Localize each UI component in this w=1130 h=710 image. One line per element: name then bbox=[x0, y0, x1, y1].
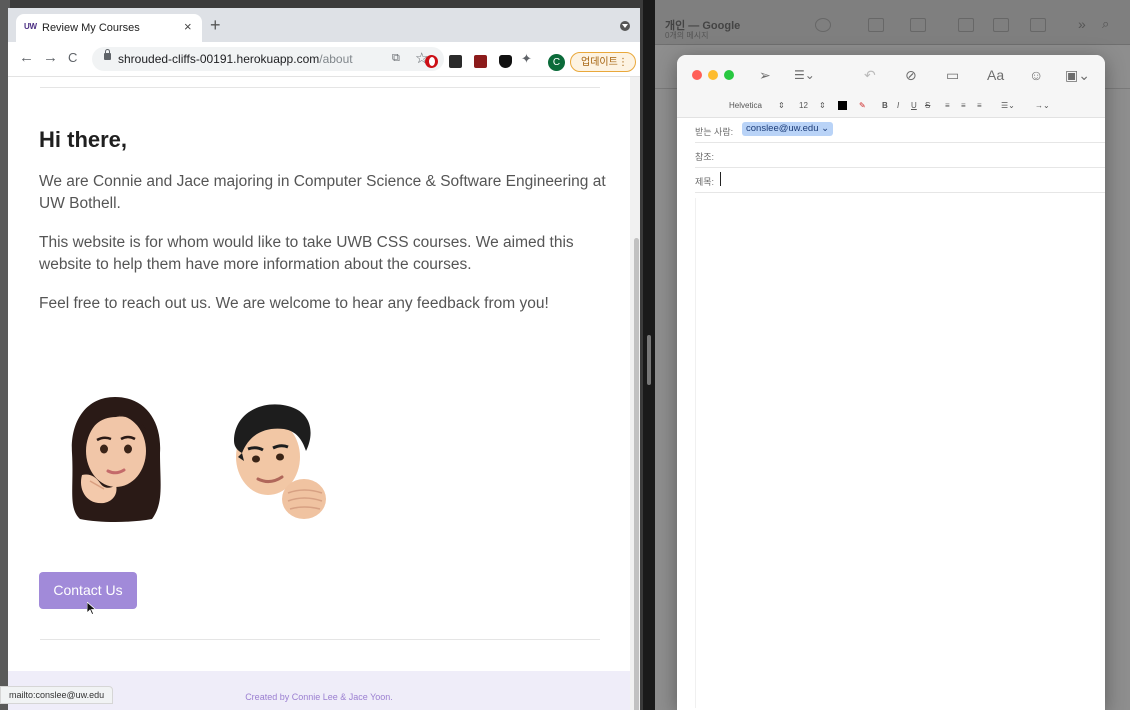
page-scrollbar-thumb[interactable] bbox=[634, 238, 639, 710]
archive-icon bbox=[958, 18, 974, 32]
more-dots-icon: ⋮ bbox=[618, 57, 628, 68]
emoji-icon[interactable]: ☺ bbox=[1029, 67, 1043, 83]
strikethrough-button[interactable]: S bbox=[925, 101, 930, 110]
compose-toolbar: ➢ ☰⌄ ↶ ⊘ ▭ Aa ☺ ▣⌄ bbox=[677, 55, 1105, 95]
extension-a-icon[interactable] bbox=[449, 55, 462, 68]
highlight-icon[interactable]: ✎ bbox=[859, 101, 866, 110]
italic-button[interactable]: I bbox=[897, 101, 899, 110]
send-icon[interactable]: ➢ bbox=[759, 67, 771, 84]
web-page-content: Hi there, We are Connie and Jace majorin… bbox=[8, 77, 630, 710]
tab-close-icon[interactable]: × bbox=[184, 19, 192, 34]
link-status-bubble: mailto:conslee@uw.edu bbox=[0, 686, 114, 704]
header-fields-icon[interactable]: ☰⌄ bbox=[794, 68, 815, 82]
lock-icon bbox=[104, 49, 111, 60]
message-body-editor[interactable] bbox=[695, 198, 1094, 708]
reply-icon: ↶ bbox=[864, 67, 876, 83]
background-mail-toolbar: 개인 — Google 0개의 메시지 » ⌕ bbox=[655, 0, 1130, 45]
align-right-icon[interactable]: ≡ bbox=[977, 101, 982, 110]
font-family-stepper-icon[interactable]: ⇕ bbox=[778, 101, 785, 110]
translate-icon[interactable]: ⧉ bbox=[392, 52, 400, 65]
opera-extension-icon[interactable] bbox=[425, 55, 438, 68]
cc-field-row[interactable]: 참조: bbox=[695, 143, 1105, 168]
close-window-button[interactable] bbox=[692, 70, 702, 80]
tab-review-my-courses[interactable]: UW Review My Courses × bbox=[16, 14, 202, 42]
bold-button[interactable]: B bbox=[882, 101, 888, 110]
junk-icon bbox=[1030, 18, 1046, 32]
address-bar[interactable]: shrouded-cliffs-00191.herokuapp.com/abou… bbox=[92, 47, 444, 71]
background-mailbox-count: 0개의 메시지 bbox=[665, 31, 709, 40]
format-bar: Helvetica ⇕ 12 ⇕ ✎ B I U S ≡ ≡ ≡ ☰⌄ →⌄ bbox=[677, 95, 1105, 118]
font-size-stepper-icon[interactable]: ⇕ bbox=[819, 101, 826, 110]
format-fonts-button[interactable]: Aa bbox=[987, 67, 1004, 83]
font-family-select[interactable]: Helvetica bbox=[729, 101, 762, 110]
profile-avatar[interactable]: C bbox=[548, 54, 565, 71]
top-divider bbox=[40, 87, 600, 88]
tab-strip: UW Review My Courses × + bbox=[8, 8, 640, 42]
tab-search-icon[interactable] bbox=[620, 21, 630, 31]
about-paragraph-2: This website is for whom would like to t… bbox=[39, 234, 574, 273]
url-text[interactable]: shrouded-cliffs-00191.herokuapp.com/abou… bbox=[118, 52, 353, 66]
update-button[interactable]: 업데이트 ⋮ bbox=[570, 52, 636, 72]
mouse-pointer-icon bbox=[87, 602, 96, 615]
recipient-chip[interactable]: conslee@uw.edu ⌄ bbox=[742, 122, 834, 136]
extension-red-icon[interactable] bbox=[474, 55, 487, 68]
new-tab-button[interactable]: + bbox=[210, 15, 221, 36]
page-heading: Hi there, bbox=[39, 127, 128, 152]
jace-memoji-image bbox=[234, 404, 326, 519]
minimize-window-button[interactable] bbox=[708, 70, 718, 80]
photo-browser-icon[interactable]: ▣⌄ bbox=[1065, 67, 1090, 84]
zoom-window-button[interactable] bbox=[724, 70, 734, 80]
align-left-icon[interactable]: ≡ bbox=[945, 101, 950, 110]
uw-favicon-icon: UW bbox=[24, 22, 37, 31]
align-center-icon[interactable]: ≡ bbox=[961, 101, 966, 110]
split-view-divider[interactable] bbox=[643, 0, 655, 710]
insert-photo-browser-icon[interactable]: ▭ bbox=[946, 67, 959, 84]
more-chevron-icon: » bbox=[1078, 16, 1086, 32]
connie-memoji-image bbox=[71, 397, 161, 522]
about-paragraph-1: We are Connie and Jace majoring in Compu… bbox=[39, 173, 606, 212]
search-icon: ⌕ bbox=[1102, 16, 1110, 31]
text-color-swatch[interactable] bbox=[838, 101, 847, 110]
to-field-row[interactable]: 받는 사람: conslee@uw.edu ⌄ bbox=[695, 118, 1105, 143]
bottom-divider bbox=[40, 639, 600, 640]
back-button[interactable]: ← bbox=[19, 49, 34, 66]
url-path: /about bbox=[319, 52, 353, 66]
filter-icon bbox=[815, 18, 831, 32]
tab-title: Review My Courses bbox=[42, 22, 140, 34]
browser-window: UW Review My Courses × + ← → C shrouded-… bbox=[8, 8, 640, 710]
text-caret bbox=[720, 172, 721, 186]
extensions-puzzle-icon[interactable]: ✦ bbox=[521, 51, 532, 67]
attachment-icon[interactable]: ⊘ bbox=[905, 67, 917, 84]
mail-compose-window: ➢ ☰⌄ ↶ ⊘ ▭ Aa ☺ ▣⌄ Helvetica ⇕ 12 ⇕ ✎ B … bbox=[677, 55, 1105, 710]
envelope-icon bbox=[868, 18, 884, 32]
subject-field-row[interactable]: 제목: bbox=[695, 168, 1105, 193]
recipient-address: conslee@uw.edu bbox=[746, 123, 819, 134]
trash-icon bbox=[993, 18, 1009, 32]
to-field-label: 받는 사람: bbox=[695, 127, 734, 137]
browser-toolbar: ← → C shrouded-cliffs-00191.herokuapp.co… bbox=[8, 42, 640, 77]
shield-extension-icon[interactable] bbox=[499, 55, 512, 68]
reload-button[interactable]: C bbox=[68, 50, 77, 65]
compose-icon bbox=[910, 18, 926, 32]
subject-field-label: 제목: bbox=[695, 177, 715, 187]
cc-field-label: 참조: bbox=[695, 152, 715, 162]
update-label: 업데이트 bbox=[581, 57, 618, 68]
indent-icon[interactable]: →⌄ bbox=[1035, 101, 1050, 110]
url-host: shrouded-cliffs-00191.herokuapp.com bbox=[118, 52, 320, 66]
forward-button[interactable]: → bbox=[43, 49, 58, 66]
font-size-select[interactable]: 12 bbox=[799, 101, 808, 110]
split-view-handle[interactable] bbox=[647, 335, 651, 385]
about-paragraph-3: Feel free to reach out us. We are welcom… bbox=[39, 295, 549, 312]
list-style-icon[interactable]: ☰⌄ bbox=[1001, 101, 1015, 110]
underline-button[interactable]: U bbox=[911, 101, 917, 110]
